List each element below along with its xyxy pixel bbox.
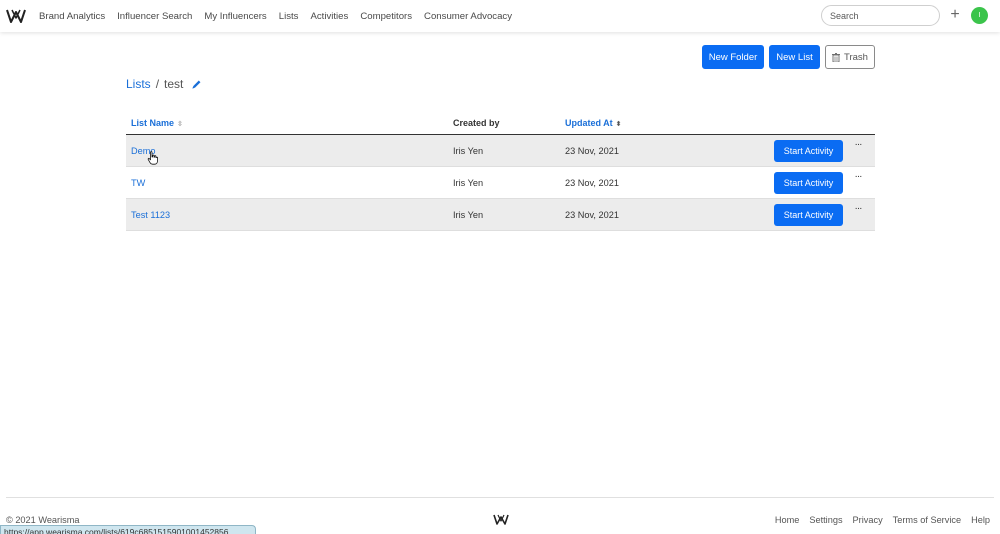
updated-at-cell: 23 Nov, 2021 [565,146,619,156]
more-options-icon[interactable]: ··· [852,172,864,185]
new-list-button[interactable]: New List [769,45,820,69]
nav-activities[interactable]: Activities [310,11,348,22]
footer-link-terms[interactable]: Terms of Service [893,515,961,525]
start-activity-button[interactable]: Start Activity [774,204,843,226]
list-name-link[interactable]: Test 1123 [131,210,170,220]
start-activity-button[interactable]: Start Activity [774,172,843,194]
breadcrumb-separator: / [155,77,160,91]
browser-status-url: https://app.wearisma.com/lists/619c68515… [0,525,256,534]
breadcrumb: Lists / test [126,76,202,92]
updated-at-cell: 23 Nov, 2021 [565,178,619,188]
updated-at-header-label: Updated At [565,118,613,128]
list-name-link[interactable]: TW [131,178,145,188]
nav-lists[interactable]: Lists [279,11,299,22]
nav-competitors[interactable]: Competitors [360,11,412,22]
wearisma-logo-icon[interactable] [6,8,26,24]
column-header-list-name[interactable]: List Name ⇳ [131,118,183,128]
footer-copyright: © 2021 Wearisma [6,515,80,525]
nav-brand-analytics[interactable]: Brand Analytics [39,11,105,22]
footer-links: Home Settings Privacy Terms of Service H… [765,515,990,525]
main-nav: Brand Analytics Influencer Search My Inf… [39,0,524,32]
footer-link-home[interactable]: Home [775,515,800,525]
breadcrumb-lists-link[interactable]: Lists [126,77,151,91]
start-activity-button[interactable]: Start Activity [774,140,843,162]
breadcrumb-current-folder: test [164,77,184,91]
trash-icon [832,52,841,62]
updated-at-cell: 23 Nov, 2021 [565,210,619,220]
trash-button[interactable]: Trash [825,45,875,69]
lists-table: List Name ⇳ Created by Updated At ⬍ Demo I… [126,113,875,231]
pencil-edit-icon[interactable] [191,79,202,90]
nav-consumer-advocacy[interactable]: Consumer Advocacy [424,11,512,22]
add-icon[interactable]: + [948,7,962,23]
footer-link-privacy[interactable]: Privacy [853,515,883,525]
table-row: Demo Iris Yen 23 Nov, 2021 Start Activit… [126,135,875,167]
footer-link-help[interactable]: Help [971,515,990,525]
footer-divider [6,497,994,498]
hand-cursor-icon [147,151,158,165]
trash-label: Trash [844,51,868,63]
column-header-updated-at[interactable]: Updated At ⬍ [565,118,622,128]
more-options-icon[interactable]: ··· [852,140,864,153]
search-input[interactable] [821,5,940,26]
more-options-icon[interactable]: ··· [852,204,864,217]
top-navbar: Brand Analytics Influencer Search My Inf… [0,0,1000,32]
table-row: Test 1123 Iris Yen 23 Nov, 2021 Start Ac… [126,199,875,231]
footer-link-settings[interactable]: Settings [809,515,842,525]
created-by-cell: Iris Yen [453,178,484,188]
sort-desc-icon: ⬍ [615,121,622,128]
user-avatar[interactable]: I [971,7,988,24]
list-name-header-label: List Name [131,118,175,128]
nav-influencer-search[interactable]: Influencer Search [117,11,192,22]
new-folder-button[interactable]: New Folder [702,45,764,69]
table-row: TW Iris Yen 23 Nov, 2021 Start Activity … [126,167,875,199]
created-by-cell: Iris Yen [453,146,484,156]
created-by-cell: Iris Yen [453,210,484,220]
nav-my-influencers[interactable]: My Influencers [204,11,266,22]
column-header-created-by: Created by [453,118,500,128]
footer-wearisma-logo-icon [493,514,509,525]
sort-icon: ⇳ [177,121,183,128]
table-header: List Name ⇳ Created by Updated At ⬍ [126,113,875,135]
